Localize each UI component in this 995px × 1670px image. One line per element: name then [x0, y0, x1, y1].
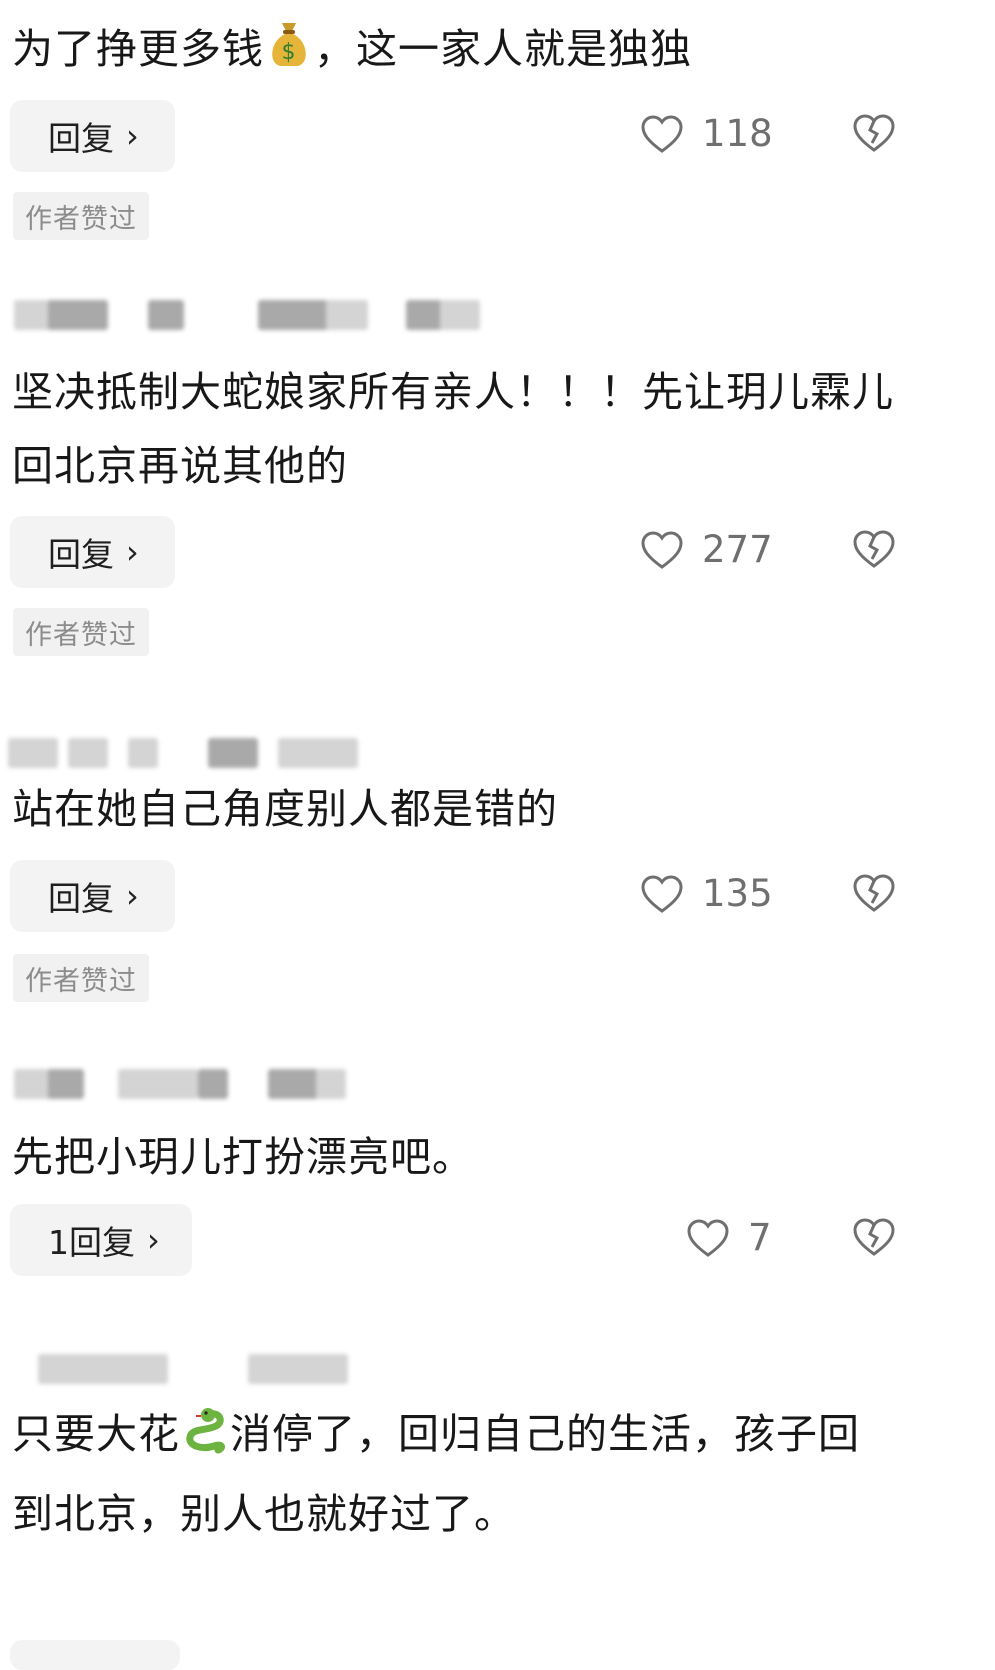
blurred-username: [8, 1065, 528, 1101]
money-bag-icon: $: [264, 17, 314, 92]
like-count: 135: [702, 872, 773, 915]
broken-heart-icon: [852, 874, 896, 917]
blurred-username: [8, 296, 528, 332]
reply-button[interactable]: 回复 ›: [10, 860, 175, 932]
author-liked-badge: 作者赞过: [13, 954, 149, 1002]
like-count: 277: [702, 528, 773, 571]
comment-text: 站在她自己角度别人都是错的: [12, 785, 558, 833]
dislike-button[interactable]: [852, 529, 896, 573]
chevron-right-icon: ›: [147, 1221, 160, 1259]
broken-heart-icon: [852, 114, 896, 157]
blurred-username: [8, 1350, 528, 1386]
like-button[interactable]: 118: [640, 112, 773, 155]
reply-button[interactable]: 回复 ›: [10, 100, 175, 172]
comment-text: 先把小玥儿打扮漂亮吧。: [12, 1133, 474, 1181]
comment-text: 为了挣更多钱 $ ，这一家人就是独独: [12, 12, 942, 92]
dislike-button[interactable]: [852, 873, 896, 917]
dislike-button[interactable]: [852, 113, 896, 157]
reply-button[interactable]: 1回复 ›: [10, 1204, 192, 1276]
chevron-right-icon: ›: [126, 117, 139, 155]
reply-button[interactable]: 回复 ›: [10, 516, 175, 588]
like-button[interactable]: 277: [640, 528, 773, 571]
reply-button-partial[interactable]: [10, 1640, 180, 1670]
chevron-right-icon: ›: [126, 877, 139, 915]
like-button[interactable]: 7: [686, 1216, 772, 1259]
like-count: 118: [702, 112, 773, 155]
broken-heart-icon: [852, 1218, 896, 1261]
heart-icon: [640, 114, 684, 154]
chevron-right-icon: ›: [126, 533, 139, 571]
dislike-button[interactable]: [852, 1217, 896, 1261]
like-count: 7: [748, 1216, 772, 1259]
blurred-username: [8, 734, 528, 770]
heart-icon: [640, 530, 684, 570]
broken-heart-icon: [852, 530, 896, 573]
heart-icon: [686, 1218, 730, 1258]
like-button[interactable]: 135: [640, 872, 773, 915]
comment-text: 坚决抵制大蛇娘家所有亲人！！！先让玥儿霖儿回北京再说其他的: [12, 368, 894, 490]
author-liked-badge: 作者赞过: [13, 608, 149, 656]
author-liked-badge: 作者赞过: [13, 192, 149, 240]
svg-text:$: $: [282, 40, 297, 65]
snake-icon: [180, 1403, 230, 1477]
heart-icon: [640, 874, 684, 914]
comment-text: 只要大花 消停了，回归自己的生活，孩子回到北京，别人也就好过了。: [12, 1397, 892, 1551]
